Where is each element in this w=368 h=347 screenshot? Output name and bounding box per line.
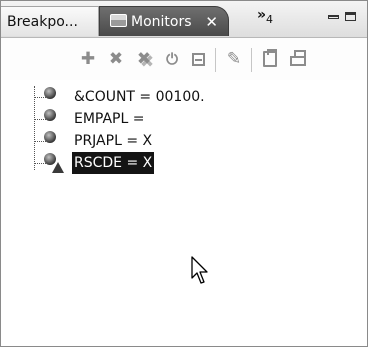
tab-monitors[interactable]: Monitors ✕ — [99, 6, 229, 36]
remove-x-icon: ✖ — [108, 48, 124, 69]
printer-icon — [290, 50, 306, 66]
view-toolbar: ✚ ✖ ✖ ⏻ ✎ — [1, 38, 367, 80]
refresh-monitor-icon: ✎ — [226, 48, 242, 69]
monitor-status-icon — [44, 131, 56, 143]
plus-icon: ✚ — [80, 48, 96, 69]
minimize-icon[interactable] — [328, 15, 339, 19]
remove-button[interactable]: ✖ — [105, 48, 127, 70]
clipboard-icon — [263, 49, 277, 67]
monitor-label: EMPAPL = — [74, 111, 145, 127]
remove-all-icon: ✖ — [136, 48, 152, 69]
monitor-label: &COUNT = 00100. — [74, 89, 205, 105]
maximize-icon[interactable] — [345, 12, 356, 21]
collapse-all-button[interactable] — [187, 48, 209, 70]
monitors-view: Breakpo... Monitors ✕ »4 ✚ ✖ ✖ ⏻ ✎ &COUN… — [0, 0, 368, 347]
tree-connector — [34, 86, 35, 170]
add-watch-expression-button[interactable]: ✚ — [77, 48, 99, 70]
monitor-label: PRJAPL = X — [74, 133, 153, 149]
tab-monitors-label: Monitors — [131, 14, 192, 30]
print-button[interactable] — [287, 48, 309, 70]
monitor-icon — [110, 14, 127, 27]
overflow-count: 4 — [266, 12, 274, 26]
disconnect-button[interactable]: ⏻ — [161, 48, 183, 70]
view-tab-bar: Breakpo... Monitors ✕ »4 — [1, 1, 367, 38]
copy-button[interactable] — [259, 48, 281, 70]
close-tab-icon[interactable]: ✕ — [205, 7, 218, 37]
monitor-status-icon — [44, 109, 56, 121]
toolbar-separator — [215, 48, 216, 72]
tab-breakpoints[interactable]: Breakpo... — [1, 6, 99, 36]
tab-overflow-button[interactable]: »4 — [257, 7, 273, 26]
remove-all-button[interactable]: ✖ — [133, 48, 155, 70]
monitor-tree: &COUNT = 00100. EMPAPL = PRJAPL = X RSCD… — [1, 80, 367, 346]
refresh-monitor-button[interactable]: ✎ — [223, 48, 245, 70]
mouse-pointer-icon — [191, 256, 208, 284]
toolbar-separator — [251, 48, 252, 72]
chevron-double-right-icon: » — [257, 7, 267, 23]
disconnect-icon: ⏻ — [166, 49, 178, 68]
monitor-label: RSCDE = X — [72, 152, 155, 174]
monitor-status-icon — [44, 87, 56, 99]
collapse-all-icon — [191, 52, 205, 66]
tab-breakpoints-label: Breakpo... — [7, 14, 78, 30]
warning-icon — [52, 162, 64, 173]
